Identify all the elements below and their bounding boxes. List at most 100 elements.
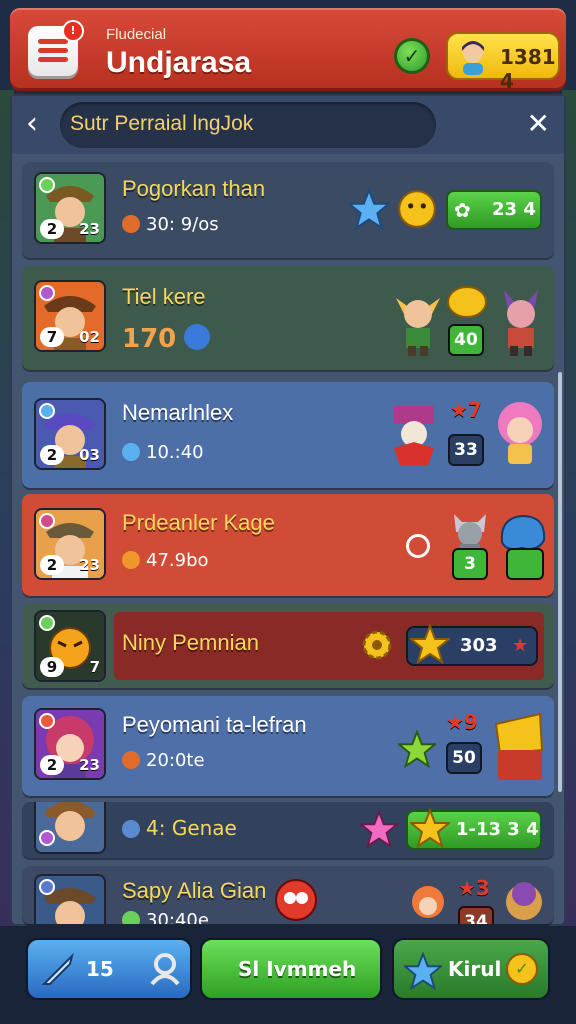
potion-icon xyxy=(122,751,140,769)
count-chip: 3 xyxy=(452,548,488,580)
list-item[interactable]: 4: Genae 1-13 3 4 xyxy=(22,802,554,858)
sword-icon xyxy=(41,952,74,985)
list-item[interactable]: 2 23 Pogorkan than 30: 9/os ✿ 23 4 xyxy=(22,162,554,258)
hero-stat: 10.:40 xyxy=(122,442,204,463)
blue-star-icon xyxy=(404,952,442,990)
green-star-icon xyxy=(398,730,436,768)
search-input[interactable]: Sutr Perraial lngJok xyxy=(60,102,436,148)
level-right: 7 xyxy=(89,658,100,676)
count-chip: 34 xyxy=(458,906,494,924)
rank-label: ★3 xyxy=(458,876,490,900)
red-ghost-icon xyxy=(275,879,317,921)
reward-pill[interactable]: 1-13 3 4 xyxy=(406,808,542,850)
red-hat-creature-icon xyxy=(394,406,434,466)
center-button-label: Sl Ivmmeh xyxy=(238,957,357,981)
hero-portrait: 7 02 xyxy=(34,280,106,352)
list-item[interactable]: 9 7 Niny Pemnian 303 ★ xyxy=(22,604,554,688)
level-left: 2 xyxy=(40,445,64,465)
hero-name: Prdeanler Kage xyxy=(122,510,275,535)
hero-portrait: 2 23 xyxy=(34,708,106,780)
cheese-creature-icon xyxy=(494,712,544,780)
red-star-icon: ★ xyxy=(512,635,529,656)
left-action-button[interactable]: 15 xyxy=(26,938,192,1000)
search-placeholder: Sutr Perraial lngJok xyxy=(70,112,254,135)
hero-portrait xyxy=(34,802,106,854)
right-action-button[interactable]: Kirul ✓ xyxy=(392,938,550,1000)
hero-name: Tiel kere xyxy=(122,284,206,309)
center-action-button[interactable]: Sl Ivmmeh xyxy=(200,938,382,1000)
wizard-cat-icon xyxy=(504,290,538,356)
hero-name: Peyomani ta-lefran xyxy=(122,712,307,737)
gem-blue-icon xyxy=(184,324,211,350)
count-chip-empty xyxy=(506,548,544,580)
header-title: Undjarasa xyxy=(106,46,252,79)
level-left: 2 xyxy=(40,555,64,575)
hero-portrait xyxy=(34,874,106,924)
hero-stat: 30: 9/os xyxy=(122,214,219,235)
count-chip: 40 xyxy=(448,324,484,356)
gift-icon: ✿ xyxy=(454,198,471,222)
gold-star-icon xyxy=(410,624,450,664)
profile-icon xyxy=(150,953,180,986)
element-badge-icon xyxy=(39,513,55,529)
list-item[interactable]: 2 03 Nemarlnlex 10.:40 ★7 33 xyxy=(22,382,554,488)
hero-name: Nemarlnlex xyxy=(122,400,234,425)
gear-gold-icon xyxy=(362,630,392,660)
list-item[interactable]: 7 02 Tiel kere 170 40 xyxy=(22,266,554,370)
hero-portrait: 2 03 xyxy=(34,398,106,470)
level-left: 7 xyxy=(40,327,64,347)
count-chip: 50 xyxy=(446,742,482,774)
rank-label: ★9 xyxy=(446,710,478,734)
bear-character-icon xyxy=(506,882,542,920)
header-bar: ! Fludecial Undjarasa ✓ 1381 4 xyxy=(10,8,566,93)
level-left: 2 xyxy=(40,219,64,239)
hero-portrait: 9 7 xyxy=(34,610,106,682)
hero-face-icon xyxy=(36,802,104,852)
count-chip: 33 xyxy=(448,434,484,466)
level-right: 23 xyxy=(79,220,100,238)
scrollbar[interactable] xyxy=(558,372,562,792)
search-bar-area: ‹ Sutr Perraial lngJok ✕ xyxy=(12,96,564,154)
blue-star-icon xyxy=(348,188,390,230)
level-right: 23 xyxy=(79,756,100,774)
right-button-label: Kirul xyxy=(448,957,502,981)
notification-badge: ! xyxy=(62,20,84,42)
element-badge-icon xyxy=(39,285,55,301)
potion-icon xyxy=(122,215,140,233)
smiley-gold-icon xyxy=(398,190,436,228)
menu-button[interactable]: ! xyxy=(28,20,84,76)
hero-portrait: 2 23 xyxy=(34,172,106,244)
reward-pill[interactable]: 303 ★ xyxy=(406,624,538,666)
reward-pill[interactable]: ✿ 23 4 xyxy=(446,190,542,230)
level-right: 03 xyxy=(79,446,100,464)
hero-portrait: 2 23 xyxy=(34,508,106,580)
potion-icon xyxy=(122,911,140,924)
pink-star-icon xyxy=(360,810,398,848)
shield-orange-icon xyxy=(122,551,140,569)
hero-stat: 4: Genae xyxy=(122,816,237,840)
left-button-label: 15 xyxy=(86,957,114,981)
blue-blob-icon xyxy=(500,514,546,551)
hero-stat: 47.9bo xyxy=(122,550,209,571)
check-icon[interactable]: ✓ xyxy=(394,38,430,74)
hero-name: Niny Pemnian xyxy=(122,630,259,655)
list-item[interactable]: 2 23 Peyomani ta-lefran 20:0te ★9 50 xyxy=(22,696,554,796)
confirm-check-icon: ✓ xyxy=(506,953,538,985)
element-badge-icon xyxy=(39,830,55,846)
back-icon[interactable]: ‹ xyxy=(26,106,54,142)
hamburger-icon xyxy=(38,39,68,63)
element-badge-icon xyxy=(39,713,55,729)
list-item[interactable]: 2 23 Prdeanler Kage 47.9bo 3 xyxy=(22,494,554,596)
level-right: 23 xyxy=(79,556,100,574)
hero-name: Pogorkan than xyxy=(122,176,266,201)
gold-coin-icon xyxy=(447,286,487,318)
gold-star-icon xyxy=(410,808,450,848)
list-item[interactable]: Sapy Alia Gian 30:40e ★3 34 xyxy=(22,866,554,924)
rank-label: ★7 xyxy=(450,398,482,422)
close-icon[interactable]: ✕ xyxy=(527,106,550,142)
hero-stat: 30:40e xyxy=(122,910,209,924)
selection-ring-icon[interactable] xyxy=(406,534,430,558)
element-badge-icon xyxy=(39,177,55,193)
currency-pill[interactable]: 1381 4 xyxy=(446,32,560,93)
coin-count: 1381 4 xyxy=(500,45,556,93)
